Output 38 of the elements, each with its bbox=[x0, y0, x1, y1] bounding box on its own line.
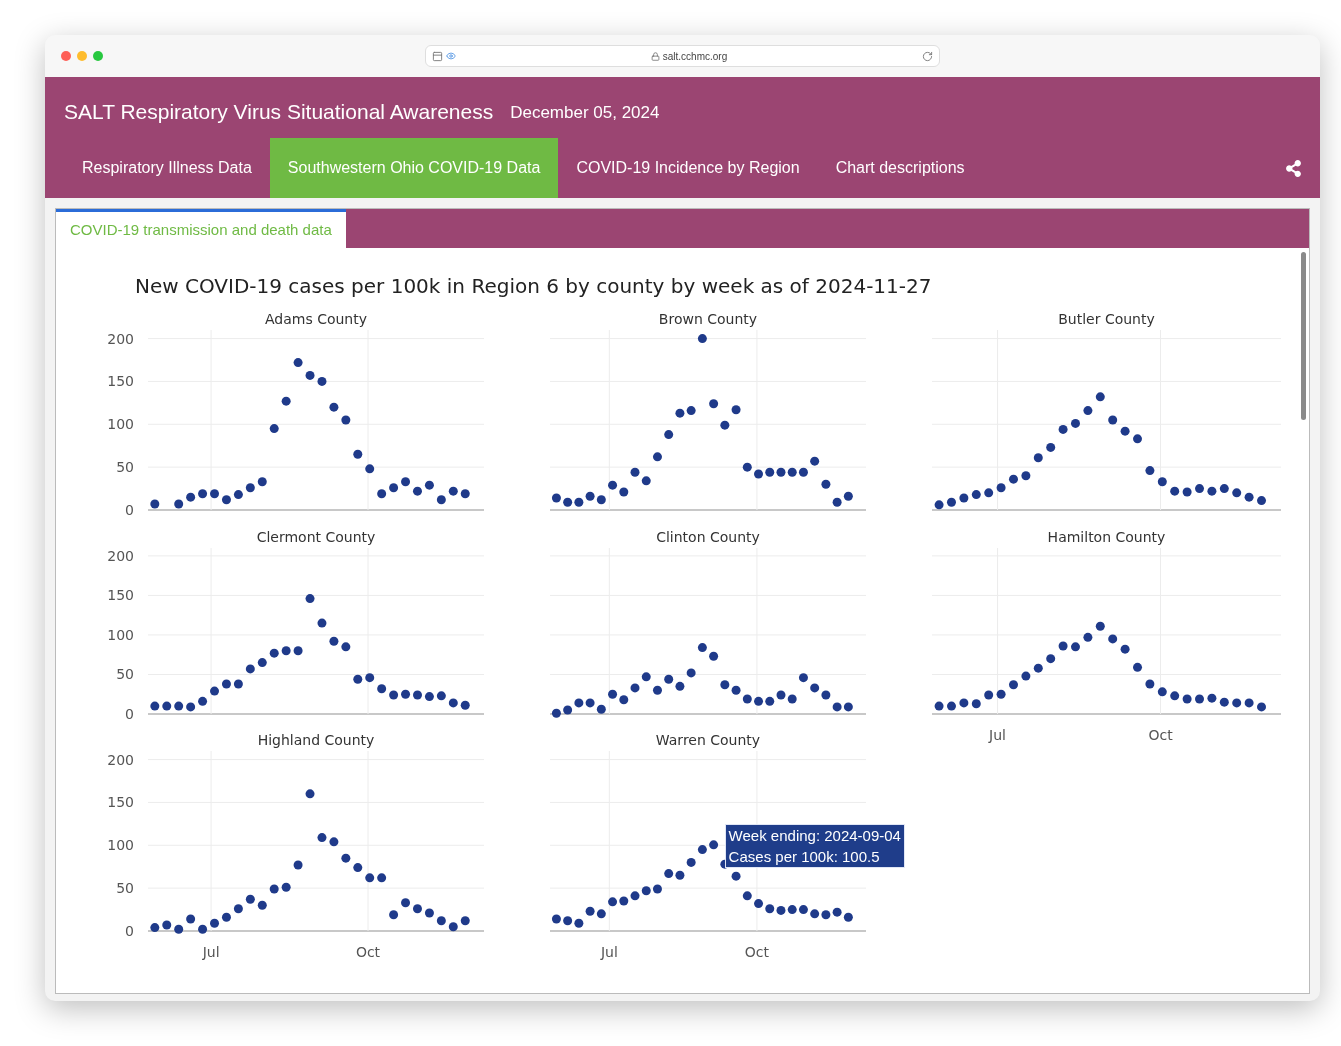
figure-title: New COVID-19 cases per 100k in Region 6 by county by week as of 2024-11-27 bbox=[135, 274, 932, 298]
chart-title: Butler County bbox=[1058, 310, 1155, 328]
axis-tick-label: Jul bbox=[600, 944, 618, 960]
chart-title: Hamilton County bbox=[1047, 528, 1166, 546]
axis-tick-label: Oct bbox=[1148, 727, 1173, 743]
axis-tick-label: Oct bbox=[355, 944, 381, 960]
chart-title: Clermont County bbox=[256, 528, 376, 546]
chart-title: Highland County bbox=[257, 731, 375, 749]
address-bar[interactable]: salt.cchmc.org bbox=[425, 45, 940, 67]
url-text: salt.cchmc.org bbox=[662, 49, 728, 64]
axis-tick-label: 200 bbox=[107, 547, 134, 564]
chart-title: Warren County bbox=[655, 731, 761, 749]
chart-title: Clinton County bbox=[656, 528, 760, 546]
report-date: December 05, 2024 bbox=[510, 102, 660, 124]
axis-tick-label: 100 bbox=[107, 416, 134, 433]
axis-tick-label: 0 bbox=[125, 706, 134, 722]
nav-tab[interactable]: Respiratory Illness Data bbox=[64, 138, 270, 198]
chart-title: Adams County bbox=[264, 310, 367, 328]
axis-tick-label: 150 bbox=[107, 587, 134, 604]
nav-tab[interactable]: Chart descriptions bbox=[817, 138, 983, 198]
chart-title: Brown County bbox=[658, 310, 758, 328]
axis-tick-label: 0 bbox=[125, 923, 134, 939]
nav-tab[interactable]: COVID-19 Incidence by Region bbox=[558, 138, 818, 198]
axis-tick-label: 150 bbox=[107, 373, 134, 390]
chart-tooltip: Week ending: 2024-09-04 Cases per 100k: 100.5 bbox=[724, 823, 905, 868]
axis-tick-label: 200 bbox=[107, 751, 134, 768]
axis-tick-label: 50 bbox=[116, 459, 134, 476]
axis-tick-label: 50 bbox=[116, 666, 134, 683]
axis-tick-label: 100 bbox=[107, 837, 134, 854]
axis-tick-label: 50 bbox=[116, 880, 134, 897]
site-title: SALT Respiratory Virus Situational Awareness bbox=[64, 99, 494, 125]
axis-tick-label: Jul bbox=[989, 727, 1006, 743]
axis-tick-label: 200 bbox=[107, 330, 134, 347]
axis-tick-label: 100 bbox=[107, 626, 134, 643]
axis-tick-label: Jul bbox=[202, 944, 220, 960]
axis-tick-label: 150 bbox=[107, 794, 134, 811]
axis-tick-label: Oct bbox=[744, 944, 770, 960]
axis-tick-label: 0 bbox=[125, 502, 134, 518]
